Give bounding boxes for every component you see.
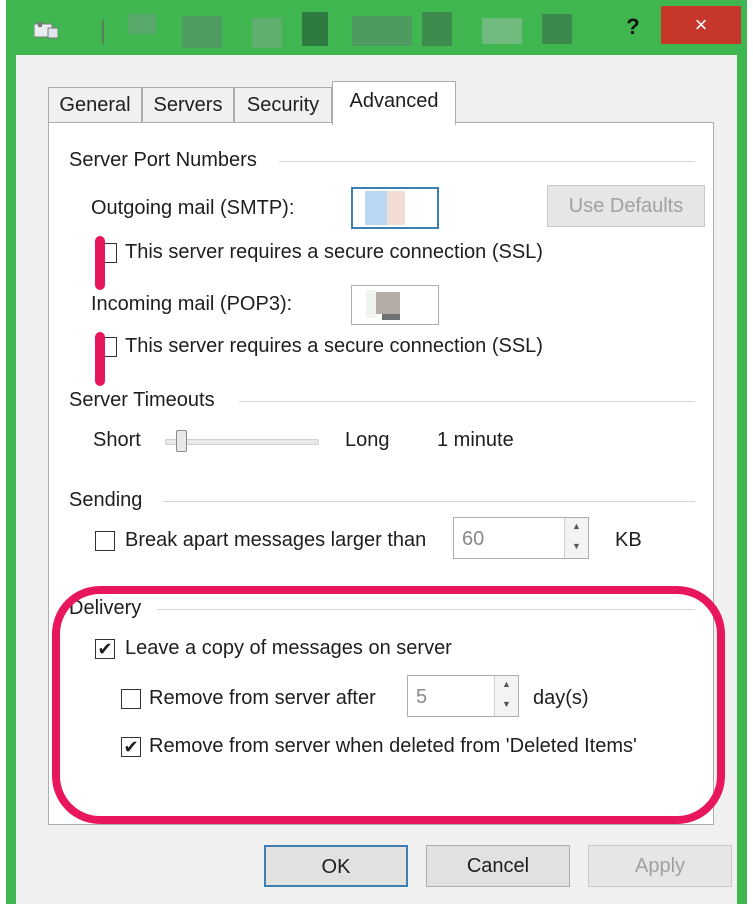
remove-after-label: Remove from server after [149,687,376,709]
tab-general[interactable]: General [48,87,142,123]
tab-servers[interactable]: Servers [142,87,234,123]
close-icon: × [694,12,708,37]
size-unit-label: KB [615,529,642,551]
spin-down-icon[interactable]: ▼ [495,696,518,716]
incoming-port-input[interactable] [351,285,439,325]
advanced-tab-panel: Server Port Numbers Outgoing mail (SMTP)… [48,122,714,825]
help-icon: ? [626,14,640,39]
ok-button[interactable]: OK [264,845,408,887]
days-input[interactable]: 5 ▲ ▼ [407,675,519,717]
apply-button[interactable]: Apply [588,845,732,887]
incoming-mail-label: Incoming mail (POP3): [91,293,293,315]
timeout-long-label: Long [345,429,390,451]
timeout-value-label: 1 minute [437,429,514,451]
break-apart-label: Break apart messages larger than [125,529,427,551]
leave-copy-checkbox[interactable]: ✔ [95,639,115,659]
tab-advanced[interactable]: Advanced [332,81,456,125]
redacted-port-value [365,191,387,225]
spin-down-icon[interactable]: ▼ [565,538,588,558]
days-value: 5 [416,686,428,708]
section-divider [279,161,695,162]
section-divider [157,609,695,610]
dialog-window: ? × General Servers Security Advanced Se… [6,0,747,904]
spin-up-icon[interactable]: ▲ [495,676,518,696]
title-bar[interactable]: ? × [6,0,747,55]
smtp-ssl-label: This server requires a secure connection… [125,241,543,263]
leave-copy-label: Leave a copy of messages on server [125,637,452,659]
timeout-slider-track[interactable] [165,439,319,445]
days-unit-label: day(s) [533,687,589,709]
remove-deleted-checkbox[interactable]: ✔ [121,737,141,757]
timeout-slider-thumb[interactable] [176,430,188,452]
cancel-button[interactable]: Cancel [426,845,570,887]
pop3-ssl-label: This server requires a secure connection… [125,335,543,357]
remove-after-checkbox[interactable] [121,689,141,709]
server-timeouts-heading: Server Timeouts [69,389,215,411]
redacted-title-text [102,12,602,52]
server-port-numbers-heading: Server Port Numbers [69,149,257,171]
break-size-input[interactable]: 60 ▲ ▼ [453,517,589,559]
section-divider [239,401,695,402]
help-button[interactable]: ? [611,10,655,44]
close-button[interactable]: × [661,6,741,44]
timeout-short-label: Short [93,429,141,451]
break-size-value: 60 [462,528,485,550]
properties-dialog-body: General Servers Security Advanced Server… [16,55,737,904]
days-spinner[interactable]: ▲ ▼ [494,676,518,716]
annotation-mark [95,332,105,386]
spin-up-icon[interactable]: ▲ [565,518,588,538]
sending-heading: Sending [69,489,143,511]
app-icon [33,22,59,40]
tab-security[interactable]: Security [234,87,332,123]
break-apart-checkbox[interactable] [95,531,115,551]
redacted-port-value [366,290,376,318]
delivery-heading: Delivery [69,597,142,619]
section-divider [163,501,695,502]
outgoing-port-input[interactable] [351,187,439,229]
outgoing-mail-label: Outgoing mail (SMTP): [91,197,295,219]
checkmark-icon: ✔ [123,737,139,757]
use-defaults-button[interactable]: Use Defaults [547,185,705,227]
annotation-mark [95,236,105,290]
break-size-spinner[interactable]: ▲ ▼ [564,518,588,558]
remove-deleted-label: Remove from server when deleted from 'De… [149,735,637,757]
checkmark-icon: ✔ [97,639,113,659]
